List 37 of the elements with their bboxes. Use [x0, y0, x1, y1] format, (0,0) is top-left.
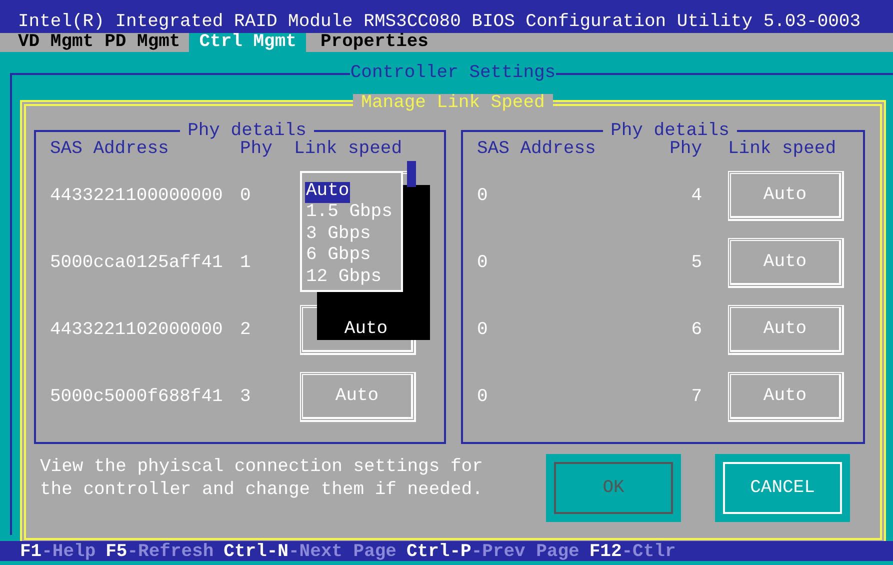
- shortcut-action: -Ctlr: [622, 543, 676, 561]
- sas-address: 0: [477, 254, 489, 272]
- description-text: View the phyiscal connection settings for the controller and change them if needed.: [40, 456, 484, 502]
- section-title: Controller Settings: [350, 64, 556, 82]
- shortcut-key: F1: [20, 543, 42, 561]
- shortcut-key: F5: [106, 543, 128, 561]
- panel-title: Phy details: [186, 122, 306, 140]
- shortcut-action: -Prev Page: [471, 543, 580, 561]
- sas-address: 4433221102000000: [50, 320, 224, 338]
- phy-number: 3: [240, 388, 252, 406]
- window-title: Intel(R) Integrated RAID Module RMS3CC080 BIOS Configuration Utility 5.03-0003: [18, 13, 861, 33]
- dialog-title: Manage Link Speed: [353, 94, 553, 112]
- column-header: Phy: [670, 140, 702, 158]
- sas-address: 0: [477, 320, 489, 338]
- sas-address: 0: [477, 186, 489, 204]
- column-header: Link speed: [293, 140, 404, 158]
- phy-number: 4: [690, 186, 702, 204]
- shortcut-action: -Refresh: [127, 543, 214, 561]
- phy-number: 0: [240, 186, 252, 204]
- sas-address: 5000c5000f688f41: [50, 388, 224, 406]
- sas-address: 0: [477, 388, 489, 406]
- sas-address: 5000cca0125aff41: [50, 254, 224, 272]
- phy-number: 6: [690, 320, 702, 338]
- phy-number: 1: [240, 254, 252, 272]
- column-header: SAS Address: [50, 140, 170, 158]
- shortcut-key: Ctrl-P: [406, 543, 472, 561]
- sas-address: 4433221100000000: [50, 186, 224, 204]
- shortcut-key: Ctrl-N: [224, 543, 288, 561]
- panel-title: Phy details: [610, 122, 730, 140]
- column-header: Link speed: [727, 140, 838, 158]
- phy-number: 5: [690, 254, 702, 272]
- column-header: Phy: [240, 140, 274, 158]
- shortcut-action: -Next Page: [288, 543, 396, 561]
- shortcut-key: F12: [589, 543, 622, 561]
- shortcut-action: -Help: [42, 543, 96, 561]
- phy-number: 2: [240, 320, 252, 338]
- phy-number: 7: [690, 388, 702, 406]
